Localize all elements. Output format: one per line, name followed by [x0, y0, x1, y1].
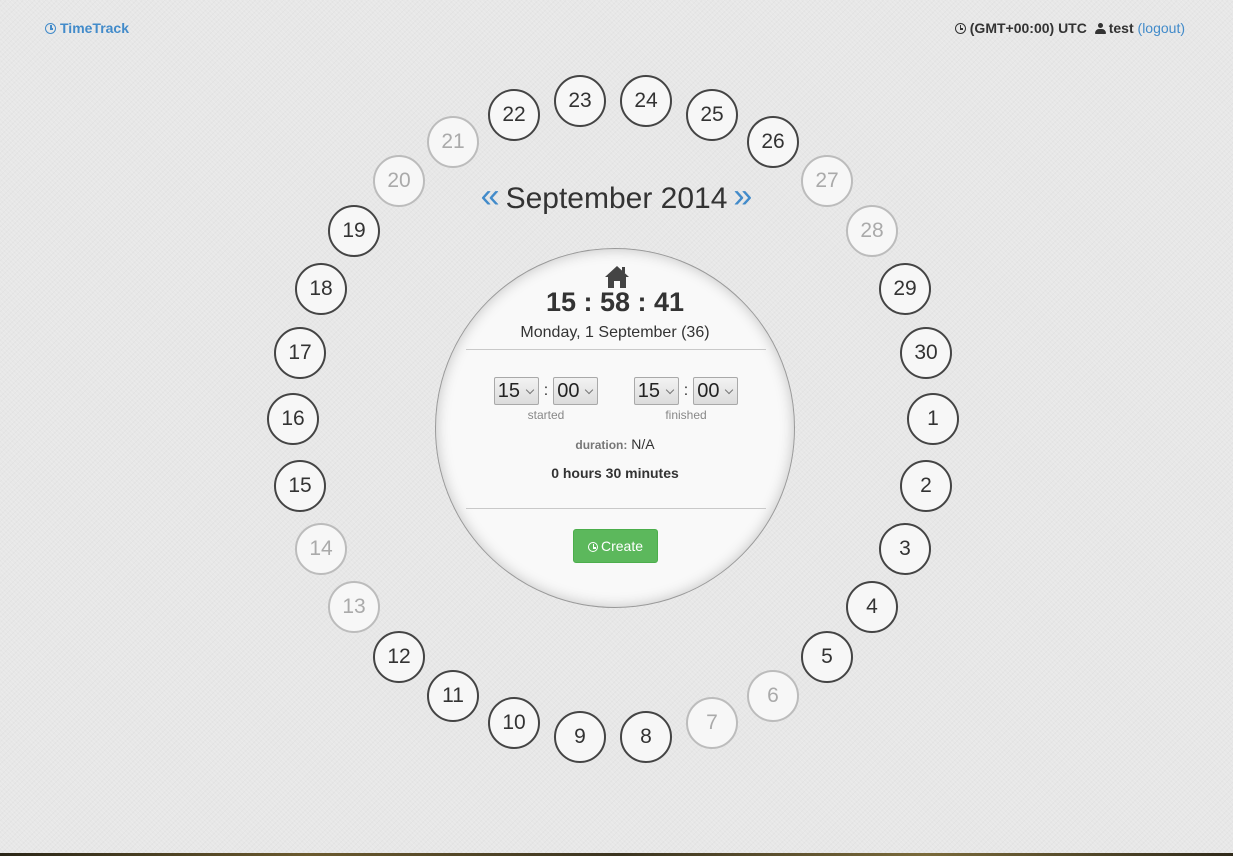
day-button[interactable]: 12 — [373, 631, 425, 683]
username-label: test — [1108, 20, 1134, 36]
duration-label: duration: — [575, 438, 628, 452]
day-button[interactable]: 3 — [879, 523, 931, 575]
day-button[interactable]: 11 — [427, 670, 479, 722]
day-button[interactable]: 16 — [267, 393, 319, 445]
home-icon[interactable] — [604, 265, 630, 289]
brand-link[interactable]: TimeTrack — [45, 20, 129, 36]
started-hour-select[interactable]: 15 — [493, 377, 539, 405]
month-label: September 2014 — [505, 182, 728, 215]
logout-link[interactable]: (logout) — [1138, 20, 1185, 36]
timezone-label: (GMT+00:00) UTC — [969, 20, 1087, 36]
clock-icon — [587, 542, 598, 552]
chevron-down-icon — [584, 385, 594, 395]
user-icon — [1094, 23, 1106, 34]
clock-icon — [954, 23, 966, 34]
day-button[interactable]: 23 — [554, 75, 606, 127]
time-separator: : — [543, 382, 549, 399]
day-button[interactable]: 25 — [686, 89, 738, 141]
hours-summary: 0 hours 30 minutes — [551, 465, 679, 481]
day-button[interactable]: 7 — [686, 697, 738, 749]
clock-icon — [45, 23, 56, 34]
started-caption: started — [527, 408, 565, 422]
day-button[interactable]: 4 — [846, 581, 898, 633]
chevron-down-icon — [525, 385, 535, 395]
day-button[interactable]: 26 — [747, 116, 799, 168]
day-button[interactable]: 14 — [295, 523, 347, 575]
time-entry-panel: 15 : 58 : 41 Monday, 1 September (36) 15… — [435, 248, 795, 608]
duration-row: duration: N/A — [436, 436, 794, 452]
user-bar: (GMT+00:00) UTC test (logout) — [954, 20, 1185, 36]
day-button[interactable]: 5 — [801, 631, 853, 683]
month-navigation: «September 2014» — [0, 177, 1233, 216]
create-button[interactable]: Create — [573, 529, 658, 563]
finished-minute-select[interactable]: 00 — [693, 377, 739, 405]
duration-value: N/A — [631, 436, 655, 452]
day-button[interactable]: 21 — [427, 116, 479, 168]
current-time: 15 : 58 : 41 — [545, 287, 685, 317]
finished-time-group: 15 : 00 finished — [626, 377, 746, 422]
chevron-down-icon — [665, 385, 675, 395]
selected-date: Monday, 1 September (36) — [520, 324, 710, 341]
day-button[interactable]: 29 — [879, 263, 931, 315]
day-button[interactable]: 30 — [900, 327, 952, 379]
finished-caption: finished — [665, 408, 707, 422]
day-button[interactable]: 2 — [900, 460, 952, 512]
started-time-group: 15 : 00 started — [486, 377, 606, 422]
finished-hour-select[interactable]: 15 — [633, 377, 679, 405]
day-button[interactable]: 13 — [328, 581, 380, 633]
day-button[interactable]: 8 — [620, 711, 672, 763]
chevron-down-icon — [724, 385, 734, 395]
day-button[interactable]: 18 — [295, 263, 347, 315]
next-month-button[interactable]: » — [733, 177, 752, 215]
day-button[interactable]: 9 — [554, 711, 606, 763]
day-button[interactable]: 15 — [274, 460, 326, 512]
day-button[interactable]: 10 — [488, 697, 540, 749]
divider — [466, 349, 766, 350]
time-separator: : — [683, 382, 689, 399]
day-button[interactable]: 22 — [488, 89, 540, 141]
brand-label: TimeTrack — [60, 20, 130, 36]
day-button[interactable]: 6 — [747, 670, 799, 722]
day-button[interactable]: 17 — [274, 327, 326, 379]
day-button[interactable]: 1 — [907, 393, 959, 445]
started-minute-select[interactable]: 00 — [553, 377, 599, 405]
day-button[interactable]: 24 — [620, 75, 672, 127]
prev-month-button[interactable]: « — [481, 177, 500, 215]
divider — [466, 508, 766, 509]
create-label: Create — [600, 538, 644, 554]
